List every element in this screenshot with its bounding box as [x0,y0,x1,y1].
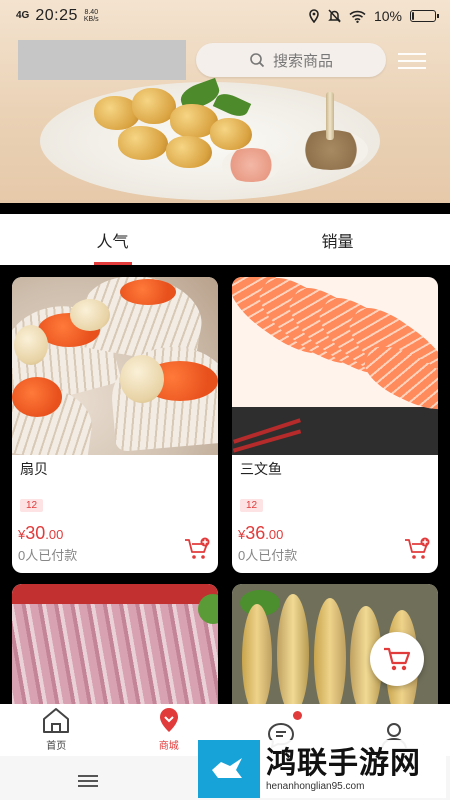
watermark-url: henanhonglian95.com [266,780,365,792]
watermark-logo [198,740,260,798]
cart-icon [384,647,411,671]
price-decimal: .00 [45,527,64,542]
wifi-icon [349,10,366,23]
battery-percent: 10% [373,8,402,24]
store-logo-placeholder [18,40,186,80]
net-speed-value: 8.40 [84,9,99,16]
tab-label: 人气 [96,233,129,251]
nav-home[interactable]: 首页 [0,704,113,756]
menu-icon-line [398,67,426,69]
search-placeholder: 搜索商品 [272,52,333,70]
product-price: ¥30.00 [18,523,63,544]
sold-count: 0人已付款 [238,548,298,563]
product-price: ¥36.00 [238,523,283,544]
search-icon [250,53,265,68]
product-tag: 12 [20,499,44,512]
search-bar[interactable]: 搜索商品 [196,43,386,77]
watermark-text: 鸿联手游网 henanhonglian95.com [266,745,421,792]
tab-popularity[interactable]: 人气 [0,214,225,265]
product-card-scallop[interactable]: 扇贝 12 ¥30.00 0人已付款 [12,277,218,573]
tab-sales[interactable]: 销量 [225,214,450,265]
home-icon [43,708,70,733]
price-decimal: .00 [265,527,284,542]
add-to-cart-icon[interactable] [184,537,210,561]
menu-icon-line [78,785,98,787]
product-image [232,277,438,455]
status-bar: 4G 20:25 8.40 KB/s 10% [0,0,450,32]
squid-pieces [12,604,218,714]
banner-bottle [326,92,334,140]
product-card-3[interactable] [12,584,218,714]
tab-label: 销量 [321,233,354,251]
banner-shrimp [166,136,212,168]
add-to-cart-icon[interactable] [404,537,430,561]
mute-bell-icon [328,9,341,23]
shop-icon [159,708,178,732]
plate-rim [12,584,218,604]
clock: 20:25 [35,7,78,24]
product-image [12,584,218,714]
menu-icon-line [78,775,98,777]
active-tab-indicator [93,262,132,265]
scallop-roe [120,279,176,305]
battery-icon [410,10,439,22]
location-icon [309,9,319,23]
product-name: 三文鱼 [240,461,282,477]
scallop-meat [70,299,110,331]
fish [277,594,309,714]
menu-button[interactable] [398,48,426,74]
signal-indicator: 4G [16,10,30,21]
product-card-salmon[interactable]: 三文鱼 12 ¥36.00 0人已付款 [232,277,438,573]
nav-label: 首页 [46,741,67,752]
watermark: 鸿联手游网 henanhonglian95.com [198,740,446,798]
fish [314,598,346,714]
price-integer: 30 [25,523,46,543]
menu-icon-line [398,53,426,55]
price-integer: 36 [245,523,266,543]
banner-shrimp [118,126,168,160]
menu-icon-line [78,780,98,782]
net-speed: 8.40 KB/s [84,9,99,23]
fish [242,604,272,714]
banner-sauce-bowl [222,148,280,182]
product-tag: 12 [240,499,264,512]
sort-tabs: 人气 销量 [0,214,450,265]
nav-label: 商城 [158,741,179,752]
scallop-meat [120,355,164,403]
product-image [12,277,218,455]
system-menu-button[interactable] [78,772,98,790]
product-name: 扇贝 [20,461,48,477]
scallop-roe [12,377,62,417]
banner-shrimp [210,118,252,150]
menu-icon-line [398,60,426,62]
battery-fill [412,12,415,20]
unread-badge [293,711,302,720]
floating-cart-button[interactable] [370,632,424,686]
net-speed-unit: KB/s [83,16,99,23]
sold-count: 0人已付款 [18,548,78,563]
scallop-meat [14,325,48,365]
watermark-title: 鸿联手游网 [266,745,421,781]
